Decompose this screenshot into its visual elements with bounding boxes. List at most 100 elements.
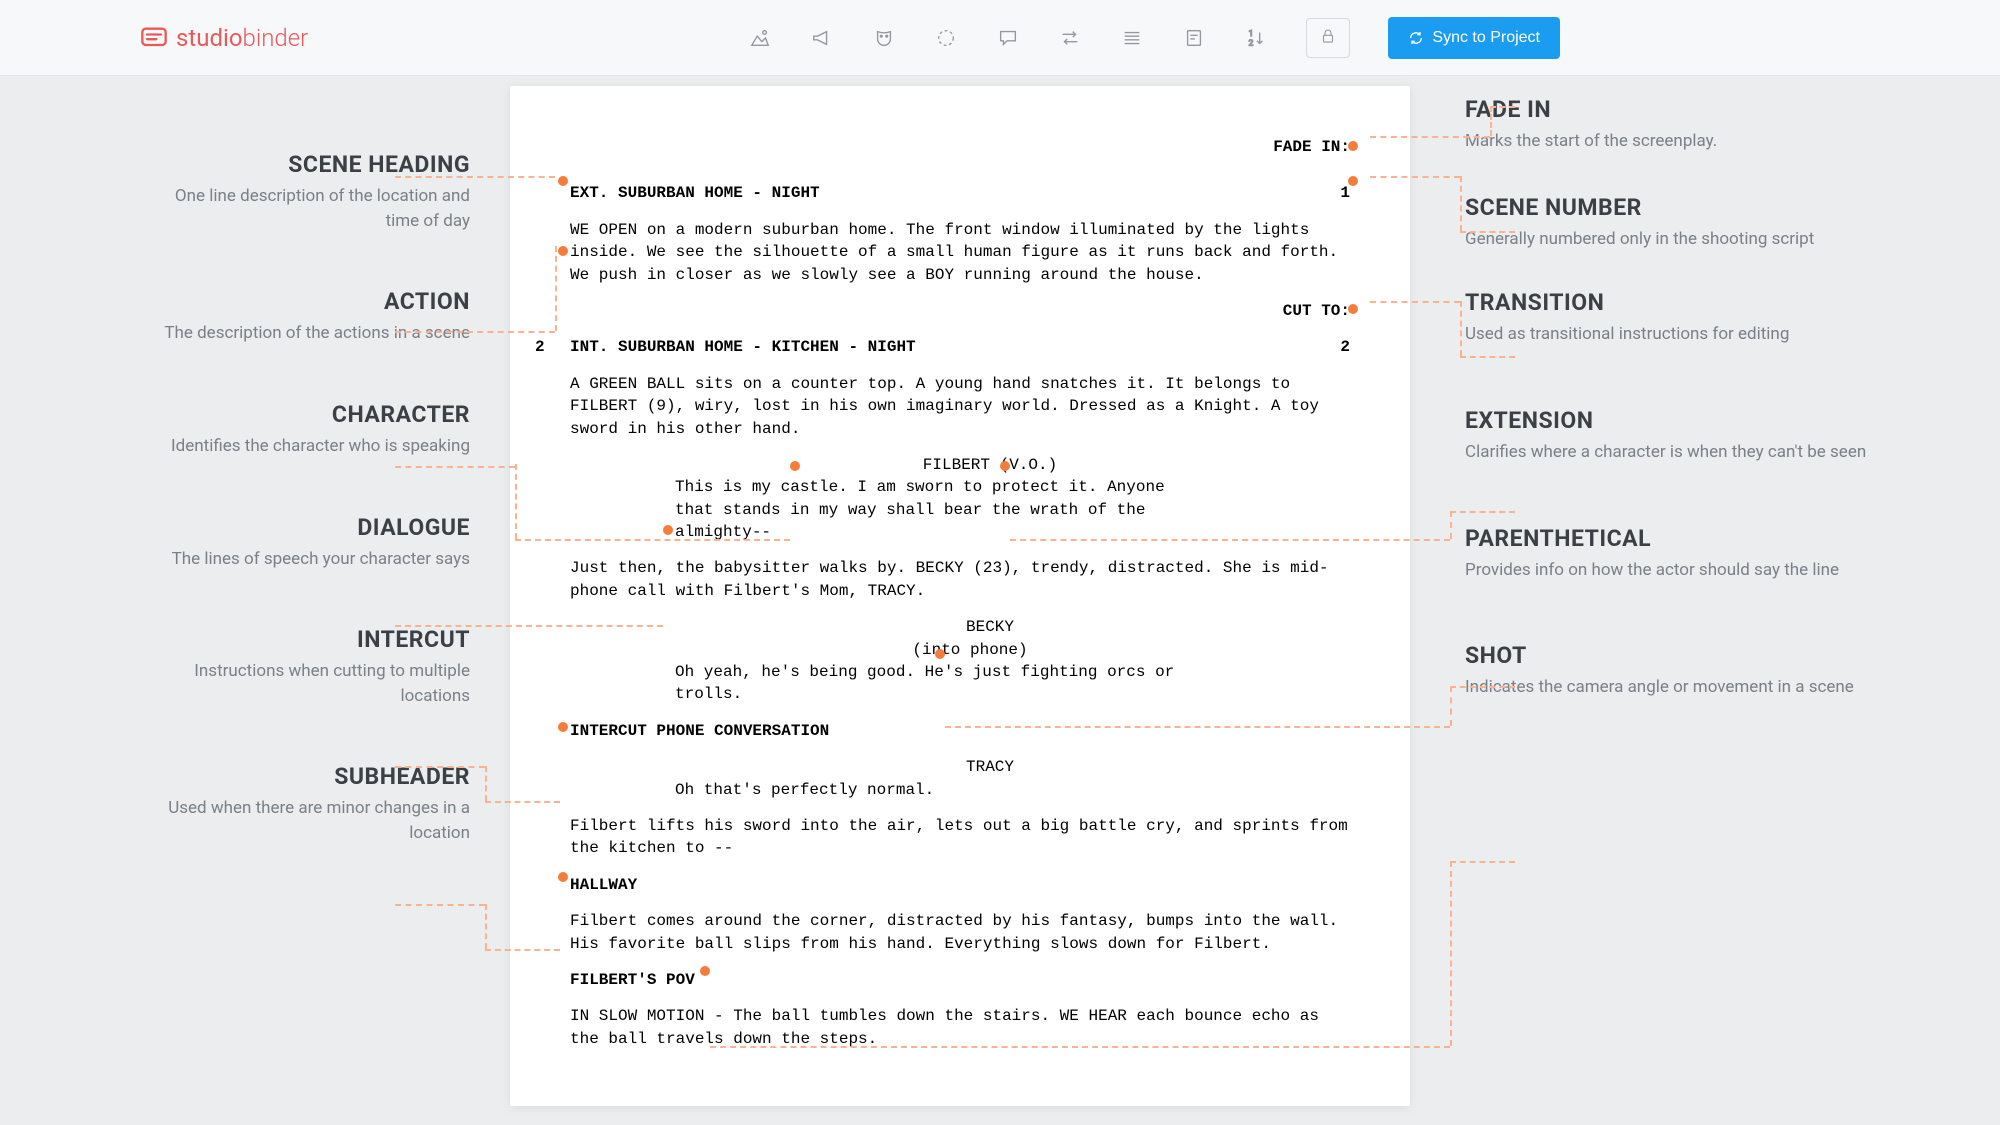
connector <box>710 1046 1450 1048</box>
connector <box>1490 106 1515 108</box>
label-dialogue: DIALOGUE The lines of speech your charac… <box>140 514 470 572</box>
connector <box>555 246 557 331</box>
label-shot: SHOT Indicates the camera angle or movem… <box>1465 642 1900 700</box>
connector <box>1450 686 1452 726</box>
label-character: CHARACTER Identifies the character who i… <box>140 401 470 459</box>
label-extension: EXTENSION Clarifies where a character is… <box>1465 407 1900 465</box>
scene-heading-1: EXT. SUBURBAN HOME - NIGHT <box>570 182 1340 204</box>
app-header: studiobinder 12 Sync to Project <box>0 0 2000 76</box>
connector <box>395 625 663 627</box>
dot-transition <box>1348 304 1358 314</box>
scene-number-1r: 1 <box>1340 182 1350 204</box>
label-subheader: SUBHEADER Used when there are minor chan… <box>140 763 470 845</box>
character-2: BECKY <box>570 616 1350 638</box>
connector <box>515 539 790 541</box>
label-title: CHARACTER <box>140 401 470 428</box>
scene-icon[interactable] <box>748 26 772 50</box>
action-2: A GREEN BALL sits on a counter top. A yo… <box>570 373 1350 440</box>
logo-text-suffix: binder <box>243 24 309 52</box>
script-page: FADE IN: EXT. SUBURBAN HOME - NIGHT 1 WE… <box>510 86 1410 1106</box>
label-fade-in: FADE IN Marks the start of the screenpla… <box>1465 96 1900 154</box>
label-title: ACTION <box>140 288 470 315</box>
mask-icon[interactable] <box>872 26 896 50</box>
logo-text-prefix: studio <box>176 24 243 52</box>
character-1: FILBERT (V.O.) <box>570 454 1350 476</box>
connector <box>945 726 1450 728</box>
connector <box>1490 106 1492 136</box>
action-6: IN SLOW MOTION - The ball tumbles down t… <box>570 1005 1350 1050</box>
label-title: SCENE HEADING <box>140 151 470 178</box>
label-title: TRANSITION <box>1465 289 1900 316</box>
scene-heading-2: INT. SUBURBAN HOME - KITCHEN - NIGHT <box>570 336 1340 358</box>
character-3: TRACY <box>570 756 1350 778</box>
connector <box>395 331 555 333</box>
label-desc: Indicates the camera angle or movement i… <box>1465 675 1900 700</box>
action-3: Just then, the babysitter walks by. BECK… <box>570 557 1350 602</box>
label-desc: Marks the start of the screenplay. <box>1465 129 1900 154</box>
connector <box>485 801 560 803</box>
swap-icon[interactable] <box>1058 26 1082 50</box>
dot-parenthetical <box>935 649 945 659</box>
transition-1: CUT TO: <box>570 300 1350 322</box>
connector <box>515 464 517 539</box>
circle-icon[interactable] <box>934 26 958 50</box>
label-desc: The description of the actions in a scen… <box>140 321 470 346</box>
connector <box>395 466 515 468</box>
dot-extension <box>1000 461 1010 471</box>
connector <box>395 176 555 178</box>
dialogue-2: Oh yeah, he's being good. He's just figh… <box>570 661 1350 706</box>
script-body: FADE IN: EXT. SUBURBAN HOME - NIGHT 1 WE… <box>570 136 1350 1050</box>
connector <box>1010 539 1450 541</box>
sort-icon[interactable]: 12 <box>1244 26 1268 50</box>
action-1: WE OPEN on a modern suburban home. The f… <box>570 219 1350 286</box>
label-title: FADE IN <box>1465 96 1900 123</box>
dialogue-3: Oh that's perfectly normal. <box>570 779 1350 801</box>
connector <box>395 904 485 906</box>
right-labels-column: FADE IN Marks the start of the screenpla… <box>1410 86 1930 1125</box>
connector <box>1460 176 1462 231</box>
logo-icon <box>140 24 168 52</box>
sync-button[interactable]: Sync to Project <box>1388 17 1560 59</box>
lines-icon[interactable] <box>1120 26 1144 50</box>
label-desc: Provides info on how the actor should sa… <box>1465 558 1900 583</box>
label-parenthetical: PARENTHETICAL Provides info on how the a… <box>1465 525 1900 583</box>
connector <box>1460 356 1515 358</box>
connector <box>485 904 487 949</box>
connector <box>1370 301 1460 303</box>
label-transition: TRANSITION Used as transitional instruct… <box>1465 289 1900 347</box>
connector <box>1370 176 1460 178</box>
dot-dialogue <box>663 525 673 535</box>
scene-number-2l: 2 <box>535 336 545 358</box>
dot-scene-heading <box>558 176 568 186</box>
label-desc: Used when there are minor changes in a l… <box>140 796 470 845</box>
label-scene-heading: SCENE HEADING One line description of th… <box>140 151 470 233</box>
label-desc: The lines of speech your character says <box>140 547 470 572</box>
comment-icon[interactable] <box>996 26 1020 50</box>
dot-character <box>790 461 800 471</box>
dialogue-1: This is my castle. I am sworn to protect… <box>570 476 1350 543</box>
label-title: PARENTHETICAL <box>1465 525 1900 552</box>
announce-icon[interactable] <box>810 26 834 50</box>
brand-logo[interactable]: studiobinder <box>140 24 308 52</box>
lock-button[interactable] <box>1306 18 1350 58</box>
dot-fade-in <box>1348 141 1358 151</box>
dot-shot <box>700 966 710 976</box>
label-title: EXTENSION <box>1465 407 1900 434</box>
dot-action <box>558 246 568 256</box>
intercut-1: INTERCUT PHONE CONVERSATION <box>570 720 1350 742</box>
toolbar: 12 Sync to Project <box>748 17 1560 59</box>
scene-number-2r: 2 <box>1340 336 1350 358</box>
note-icon[interactable] <box>1182 26 1206 50</box>
dot-subheader <box>558 872 568 882</box>
dot-intercut <box>558 722 568 732</box>
dot-scene-number <box>1348 176 1358 186</box>
label-scene-number: SCENE NUMBER Generally numbered only in … <box>1465 194 1900 252</box>
label-title: DIALOGUE <box>140 514 470 541</box>
connector <box>1450 511 1452 539</box>
label-intercut: INTERCUT Instructions when cutting to mu… <box>140 626 470 708</box>
label-action: ACTION The description of the actions in… <box>140 288 470 346</box>
label-desc: One line description of the location and… <box>140 184 470 233</box>
label-desc: Identifies the character who is speaking <box>140 434 470 459</box>
label-desc: Clarifies where a character is when they… <box>1465 440 1900 465</box>
connector <box>1450 511 1515 513</box>
